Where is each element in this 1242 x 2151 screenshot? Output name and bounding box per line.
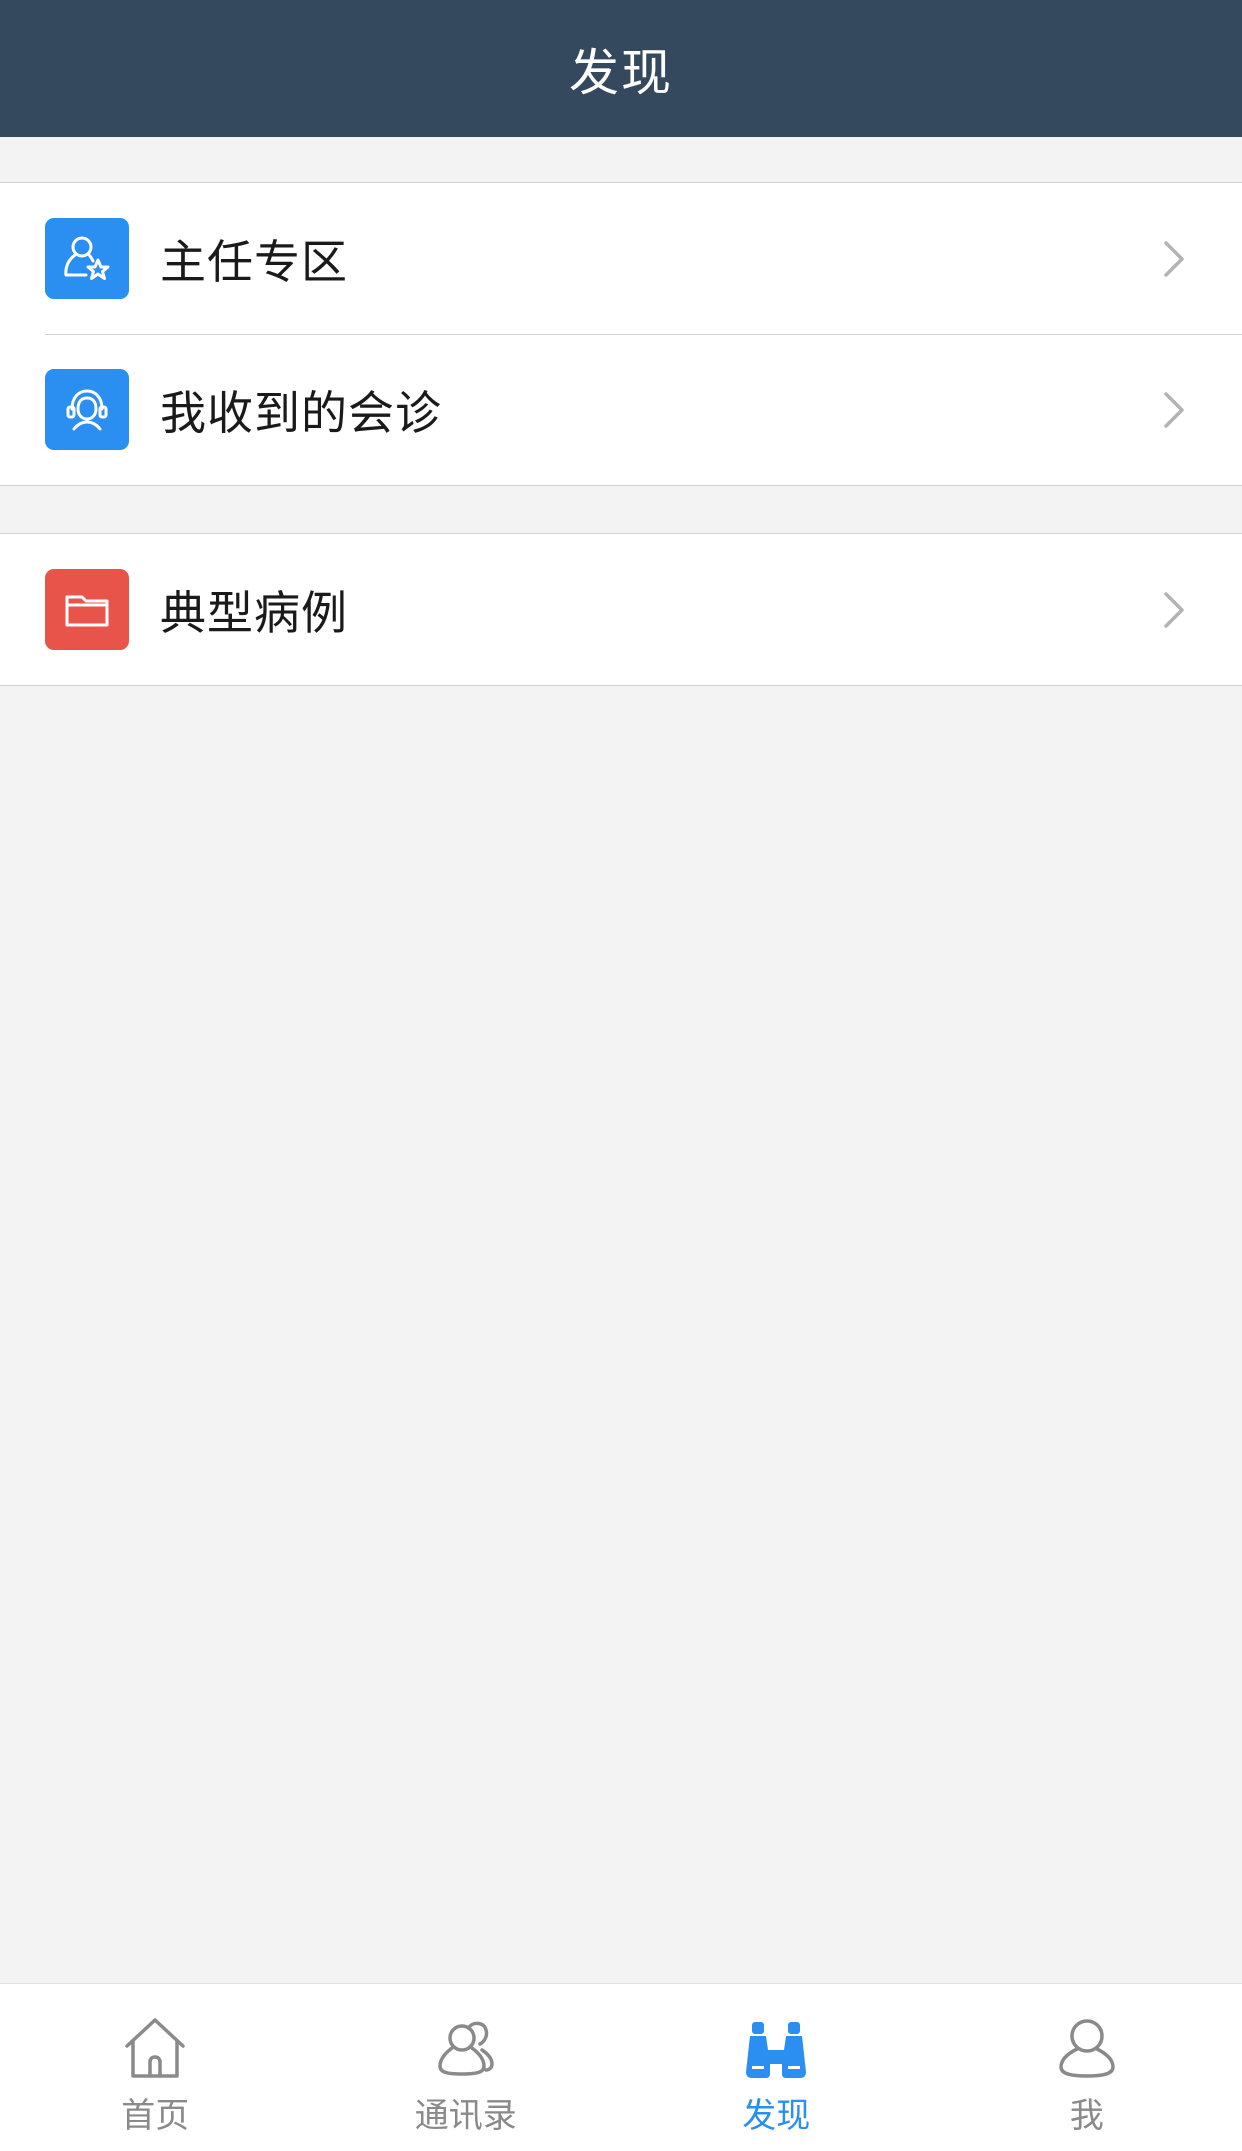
tab-discover[interactable]: 发现 [621, 1984, 932, 2151]
chevron-right-icon [1152, 390, 1192, 430]
navigation-bar: 发现 [0, 0, 1242, 137]
person-icon [1053, 2014, 1121, 2082]
chevron-right-icon [1152, 239, 1192, 279]
tab-label: 我 [932, 2088, 1242, 2137]
tab-home[interactable]: 首页 [0, 1984, 311, 2151]
menu-item-received-consultations[interactable]: 我收到的会诊 [0, 334, 1242, 485]
menu-item-typical-cases[interactable]: 典型病例 [0, 534, 1242, 685]
folder-icon [45, 569, 129, 650]
page-title: 发现 [569, 33, 673, 105]
menu-item-label: 主任专区 [160, 226, 348, 292]
home-icon [121, 2014, 189, 2082]
binoculars-icon [742, 2014, 810, 2082]
tab-label: 通讯录 [311, 2088, 622, 2137]
director-star-icon [45, 218, 129, 299]
tab-contacts[interactable]: 通讯录 [311, 1984, 622, 2151]
tab-label: 首页 [0, 2088, 311, 2137]
menu-item-label: 典型病例 [160, 577, 348, 643]
tab-bar: 首页 通讯录 发现 我 [0, 1983, 1242, 2151]
chevron-right-icon [1152, 590, 1192, 630]
menu-item-director-zone[interactable]: 主任专区 [0, 183, 1242, 334]
tab-label: 发现 [621, 2088, 932, 2137]
menu-item-label: 我收到的会诊 [160, 377, 442, 443]
menu-group-2: 典型病例 [0, 533, 1242, 686]
consultation-headset-icon [45, 369, 129, 450]
menu-group-1: 主任专区 我收到的会诊 [0, 182, 1242, 486]
tab-me[interactable]: 我 [932, 1984, 1242, 2151]
contacts-icon [432, 2014, 500, 2082]
